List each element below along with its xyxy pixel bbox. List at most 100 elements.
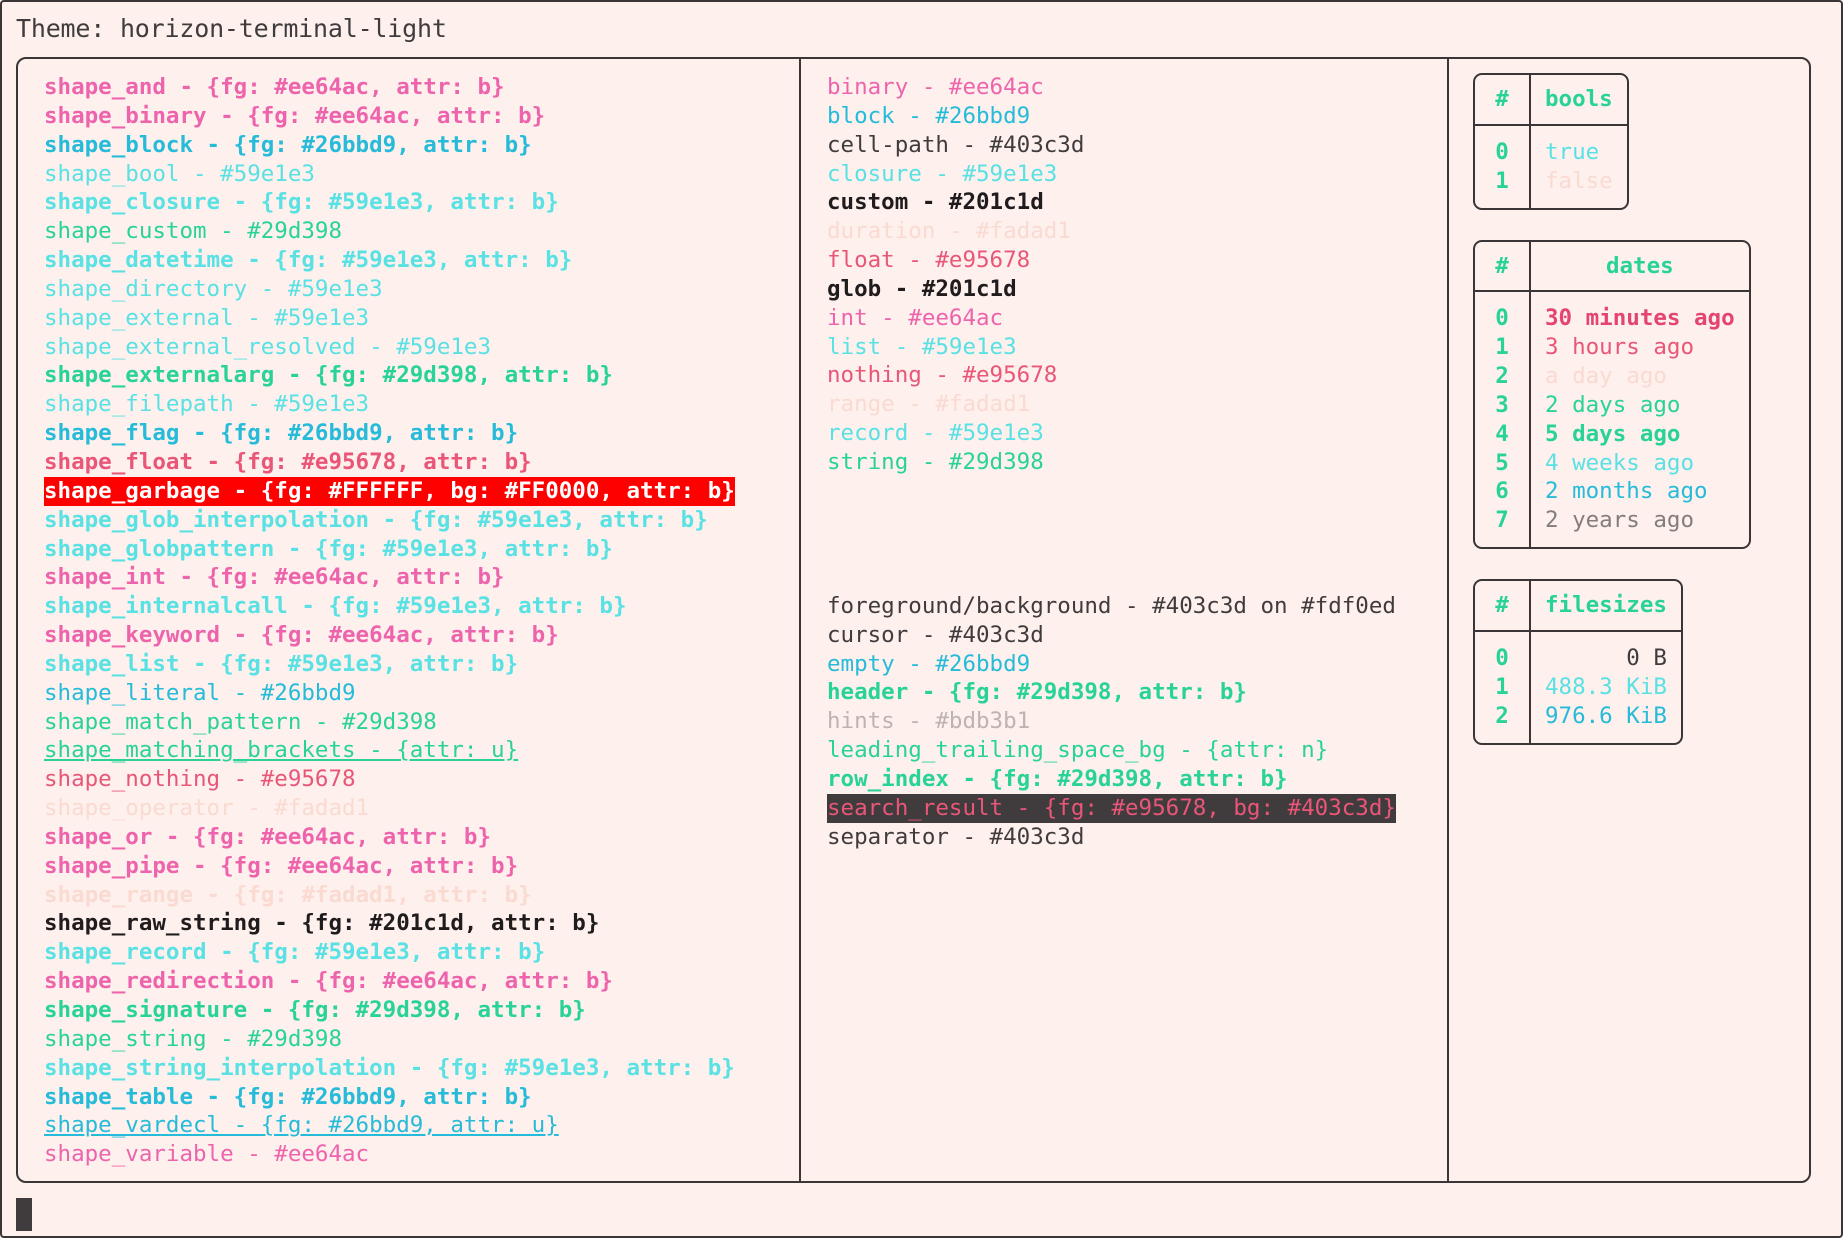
shapes-line: shape_literal - #26bbd9 [44, 679, 356, 706]
shapes-line: shape_nothing - #e95678 [44, 766, 356, 793]
shapes-line: shape_record - {fg: #59e1e3, attr: b} [44, 939, 546, 966]
shapes-line: shape_glob_interpolation - {fg: #59e1e3,… [44, 506, 708, 533]
shapes-line: shape_and - {fg: #ee64ac, attr: b} [44, 74, 505, 100]
shapes-line: shape_string_interpolation - {fg: #59e1e… [44, 1054, 735, 1081]
row-index: 2 [1475, 701, 1531, 743]
shapes-line: shape_garbage - {fg: #FFFFFF, bg: #FF000… [44, 476, 735, 506]
types-line: nothing - #e95678 [827, 362, 1058, 389]
shapes-line: shape_datetime - {fg: #59e1e3, attr: b} [44, 247, 573, 274]
cell-dates: 4 weeks ago [1545, 449, 1695, 476]
shapes-line: shape_externalarg - {fg: #29d398, attr: … [44, 362, 613, 389]
types-line: range - #fadad1 [827, 391, 1031, 418]
shapes-line: shape_closure - {fg: #59e1e3, attr: b} [44, 189, 559, 216]
shapes-line: shape_vardecl - {fg: #26bbd9, attr: u} [44, 1112, 559, 1139]
cell-filesizes: 488.3 KiB [1545, 673, 1667, 700]
types-line: duration - #fadad1 [827, 218, 1071, 245]
types-line: float - #e95678 [827, 247, 1031, 274]
table-row: 5 4 weeks ago [1475, 448, 1749, 478]
row-index: 1 [1475, 333, 1531, 363]
terminal-cursor [16, 1198, 32, 1231]
row-index: 4 [1475, 419, 1531, 449]
table-row: 3 2 days ago [1475, 390, 1749, 420]
cell-bools: false [1545, 167, 1613, 194]
table-row: 6 2 months ago [1475, 477, 1749, 507]
column-header-index: # [1475, 581, 1531, 632]
types-line: int - #ee64ac [827, 304, 1004, 331]
row-index: 6 [1475, 477, 1531, 507]
row-index: 2 [1475, 362, 1531, 391]
types-column: binary - #ee64ac block - #26bbd9 cell-path… [801, 59, 1449, 1181]
ui_elements-line: leading_trailing_space_bg - {attr: n} [827, 737, 1329, 764]
table-row: 7 2 years ago [1475, 506, 1749, 548]
types-line: custom - #201c1d [827, 189, 1044, 216]
table-row: 0 true [1475, 125, 1627, 167]
theme-preview-panel: shape_and - {fg: #ee64ac, attr: b} shape_… [16, 57, 1811, 1183]
shapes-line: shape_redirection - {fg: #ee64ac, attr: … [44, 968, 613, 995]
shapes-line: shape_signature - {fg: #29d398, attr: b} [44, 997, 586, 1023]
row-index: 1 [1475, 672, 1531, 702]
tables-column: # bools 0 true 1 false # dates 0 30 minutes ago 1 3… [1449, 59, 1807, 1181]
table-row: 1 false [1475, 166, 1627, 208]
shapes-line: shape_external_resolved - #59e1e3 [44, 333, 492, 360]
shapes-line: shape_int - {fg: #ee64ac, attr: b} [44, 564, 505, 591]
column-header-filesizes: filesizes [1531, 581, 1681, 632]
shapes-list: shape_and - {fg: #ee64ac, attr: b} shape_… [18, 73, 799, 1169]
types-line: list - #59e1e3 [827, 333, 1017, 360]
ui_elements-line: foreground/background - #403c3d on #fdf0… [827, 592, 1396, 619]
types-line: string - #29d398 [827, 448, 1044, 475]
shapes-line: shape_variable - #ee64ac [44, 1141, 370, 1168]
types-line: record - #59e1e3 [827, 420, 1044, 447]
cell-dates: a day ago [1545, 363, 1667, 390]
types-line: closure - #59e1e3 [827, 160, 1058, 187]
theme-title: Theme: horizon-terminal-light [16, 14, 447, 43]
cell-dates: 2 months ago [1545, 478, 1708, 505]
shapes-line: shape_block - {fg: #26bbd9, attr: b} [44, 131, 532, 158]
ui_elements-line: separator - #403c3d [827, 823, 1085, 850]
ui_elements-line: hints - #bdb3b1 [827, 708, 1031, 735]
shapes-line: shape_pipe - {fg: #ee64ac, attr: b} [44, 852, 519, 879]
shapes-line: shape_raw_string - {fg: #201c1d, attr: b… [44, 910, 600, 937]
ui_elements-line: empty - #26bbd9 [827, 650, 1031, 677]
table-row: 4 5 days ago [1475, 419, 1749, 449]
shapes-line: shape_match_pattern - #29d398 [44, 708, 437, 735]
ui-elements-list: foreground/background - #403c3d on #fdf0… [801, 592, 1447, 852]
shapes-line: shape_flag - {fg: #26bbd9, attr: b} [44, 420, 519, 447]
cell-dates: 3 hours ago [1545, 334, 1695, 361]
cell-filesizes: 0 B [1626, 644, 1667, 671]
types-line: cell-path - #403c3d [827, 131, 1085, 158]
cell-dates: 5 days ago [1545, 420, 1681, 447]
row-index: 0 [1475, 292, 1531, 334]
shapes-line: shape_list - {fg: #59e1e3, attr: b} [44, 650, 519, 677]
cell-bools: true [1545, 138, 1600, 165]
shapes-column: shape_and - {fg: #ee64ac, attr: b} shape_… [18, 59, 801, 1181]
table-bools: # bools 0 true 1 false [1473, 73, 1629, 210]
shapes-line: shape_keyword - {fg: #ee64ac, attr: b} [44, 622, 559, 649]
cell-filesizes: 976.6 KiB [1545, 702, 1667, 729]
types-list: binary - #ee64ac block - #26bbd9 cell-path… [801, 73, 1447, 477]
column-header-dates: dates [1531, 242, 1749, 293]
ui_elements-line: search_result - {fg: #e95678, bg: #403c3… [827, 793, 1396, 823]
column-header-index: # [1475, 75, 1531, 126]
table-filesizes: # filesizes 0 0 B 1 488.3 KiB 2 976.6 KiB [1473, 579, 1683, 745]
shapes-line: shape_range - {fg: #fadad1, attr: b} [44, 881, 532, 908]
ui_elements-line: header - {fg: #29d398, attr: b} [827, 679, 1247, 706]
table-row: 2 a day ago [1475, 362, 1749, 391]
table-row: 2 976.6 KiB [1475, 701, 1681, 743]
cell-dates: 30 minutes ago [1545, 305, 1735, 332]
types-line: block - #26bbd9 [827, 102, 1031, 129]
row-index: 0 [1475, 125, 1531, 167]
types-line: binary - #ee64ac [827, 74, 1044, 100]
row-index: 0 [1475, 631, 1531, 673]
column-gap [801, 477, 1447, 592]
ui_elements-line: cursor - #403c3d [827, 621, 1044, 648]
column-header-index: # [1475, 241, 1531, 293]
shapes-line: shape_matching_brackets - {attr: u} [44, 737, 519, 764]
types-line: glob - #201c1d [827, 275, 1017, 302]
cell-dates: 2 days ago [1545, 391, 1681, 418]
table-dates: # dates 0 30 minutes ago 1 3 hours ago 2 a day … [1473, 239, 1751, 550]
table-row: 1 3 hours ago [1475, 333, 1749, 363]
row-index: 3 [1475, 390, 1531, 420]
shapes-line: shape_float - {fg: #e95678, attr: b} [44, 448, 532, 475]
shapes-line: shape_bool - #59e1e3 [44, 160, 315, 187]
shapes-line: shape_filepath - #59e1e3 [44, 391, 370, 418]
